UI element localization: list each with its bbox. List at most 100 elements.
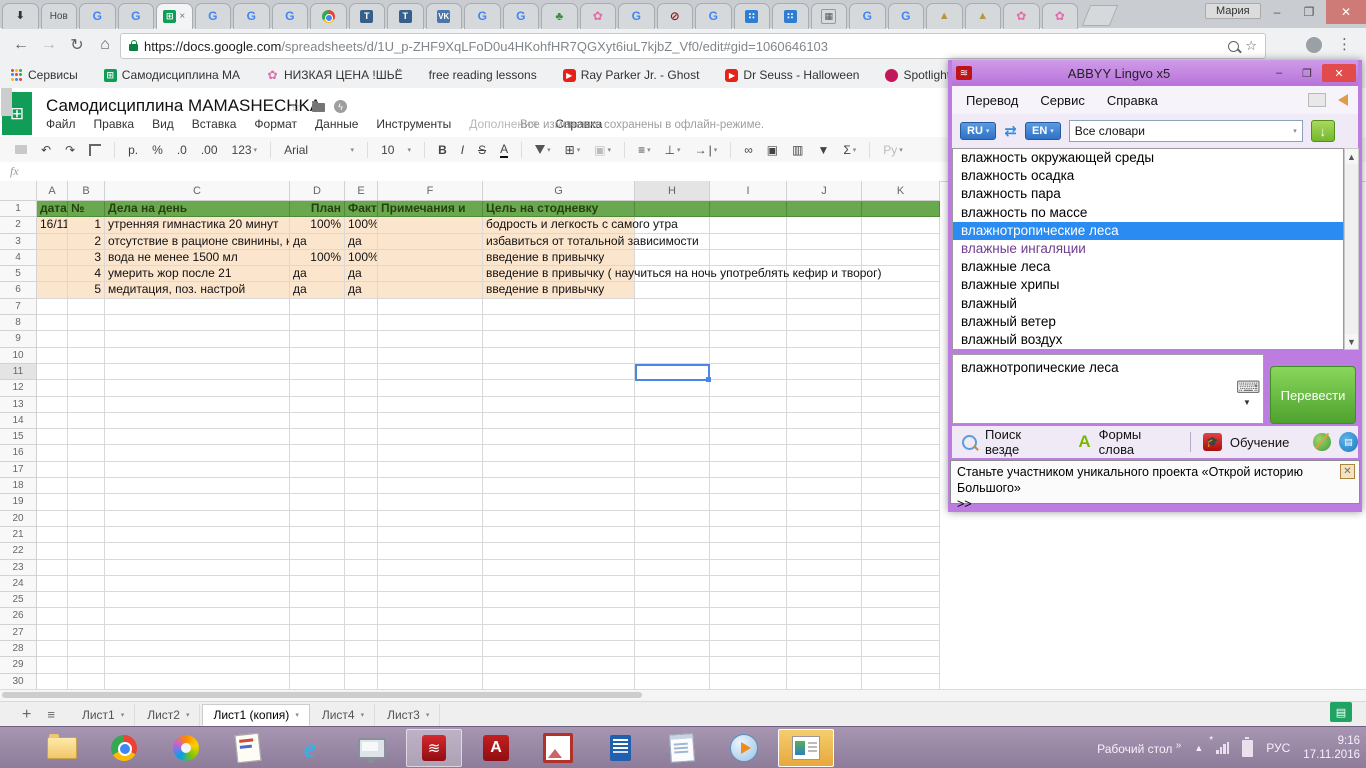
- cell-K2[interactable]: [862, 217, 940, 233]
- cell-G11[interactable]: [483, 364, 635, 380]
- cell-B19[interactable]: [68, 494, 105, 510]
- word-list-item[interactable]: влажность окружающей среды: [953, 149, 1343, 167]
- cell-I22[interactable]: [710, 543, 787, 559]
- cell-H17[interactable]: [635, 462, 710, 478]
- cell-H18[interactable]: [635, 478, 710, 494]
- cell-I2[interactable]: [710, 217, 787, 233]
- cell-H10[interactable]: [635, 348, 710, 364]
- cell-B22[interactable]: [68, 543, 105, 559]
- cell-F10[interactable]: [378, 348, 483, 364]
- cell-C21[interactable]: [105, 527, 290, 543]
- cell-H25[interactable]: [635, 592, 710, 608]
- language-indicator[interactable]: РУС: [1266, 741, 1290, 755]
- column-header-D[interactable]: D: [290, 181, 345, 201]
- cell-E9[interactable]: [345, 331, 378, 347]
- font-size-select[interactable]: 10▾: [381, 143, 411, 157]
- column-header-I[interactable]: I: [710, 181, 787, 201]
- cell-C25[interactable]: [105, 592, 290, 608]
- taskbar-button-explorer[interactable]: [34, 729, 90, 767]
- cell-K6[interactable]: [862, 282, 940, 298]
- column-header-F[interactable]: F: [378, 181, 483, 201]
- tab[interactable]: [310, 3, 347, 29]
- cell-D16[interactable]: [290, 445, 345, 461]
- cell-K17[interactable]: [862, 462, 940, 478]
- currency-format-button[interactable]: р.: [128, 143, 138, 157]
- row-header-12[interactable]: 12: [0, 380, 37, 396]
- cell-C7[interactable]: [105, 299, 290, 315]
- cell-I29[interactable]: [710, 657, 787, 673]
- cell-I1[interactable]: [710, 201, 787, 217]
- word-forms-icon[interactable]: A: [1078, 432, 1090, 452]
- bookmark-item[interactable]: Сервисы: [10, 68, 78, 82]
- cell-A28[interactable]: [37, 641, 68, 657]
- cell-G18[interactable]: [483, 478, 635, 494]
- row-header-29[interactable]: 29: [0, 657, 37, 673]
- cell-E23[interactable]: [345, 560, 378, 576]
- cell-I25[interactable]: [710, 592, 787, 608]
- cell-D19[interactable]: [290, 494, 345, 510]
- cell-I28[interactable]: [710, 641, 787, 657]
- cell-D2[interactable]: 100%: [290, 217, 345, 233]
- cell-D28[interactable]: [290, 641, 345, 657]
- cell-B26[interactable]: [68, 608, 105, 624]
- cell-G6[interactable]: введение в привычку: [483, 282, 635, 298]
- cell-D26[interactable]: [290, 608, 345, 624]
- cell-J13[interactable]: [787, 397, 862, 413]
- cell-C29[interactable]: [105, 657, 290, 673]
- cell-D14[interactable]: [290, 413, 345, 429]
- lingvo-close-button[interactable]: ✕: [1322, 64, 1356, 82]
- cell-C10[interactable]: [105, 348, 290, 364]
- cell-G3[interactable]: избавиться от тотальной зависимости: [483, 234, 635, 250]
- back-button[interactable]: ←: [8, 32, 34, 58]
- cell-E16[interactable]: [345, 445, 378, 461]
- cell-F21[interactable]: [378, 527, 483, 543]
- cell-H21[interactable]: [635, 527, 710, 543]
- learning-icon[interactable]: 🎓: [1203, 433, 1222, 451]
- lingvo-card-icon[interactable]: [1308, 93, 1326, 107]
- cell-B14[interactable]: [68, 413, 105, 429]
- cell-G23[interactable]: [483, 560, 635, 576]
- cell-C27[interactable]: [105, 625, 290, 641]
- borders-icon[interactable]: ⊞▾: [565, 143, 581, 157]
- extension-icon[interactable]: [1306, 37, 1322, 53]
- cell-C4[interactable]: вода не менее 1500 мл: [105, 250, 290, 266]
- cell-B27[interactable]: [68, 625, 105, 641]
- tab-close-icon[interactable]: ×: [179, 11, 185, 22]
- menu-вид[interactable]: Вид: [152, 117, 174, 135]
- cell-G24[interactable]: [483, 576, 635, 592]
- row-header-6[interactable]: 6: [0, 282, 37, 298]
- cell-H12[interactable]: [635, 380, 710, 396]
- scroll-down-icon[interactable]: ▼: [1345, 334, 1358, 349]
- column-header-G[interactable]: G: [483, 181, 635, 201]
- scroll-up-icon[interactable]: ▲: [1345, 149, 1358, 164]
- cell-D1[interactable]: План: [290, 201, 345, 217]
- cell-G22[interactable]: [483, 543, 635, 559]
- undo-icon[interactable]: ↶: [41, 143, 51, 157]
- row-header-21[interactable]: 21: [0, 527, 37, 543]
- cell-K8[interactable]: [862, 315, 940, 331]
- cell-K23[interactable]: [862, 560, 940, 576]
- lingvo-menu-перевод[interactable]: Перевод: [966, 93, 1018, 108]
- battery-icon[interactable]: [1242, 740, 1253, 757]
- cell-G27[interactable]: [483, 625, 635, 641]
- cell-J23[interactable]: [787, 560, 862, 576]
- cell-E25[interactable]: [345, 592, 378, 608]
- cell-B5[interactable]: 4: [68, 266, 105, 282]
- cell-K19[interactable]: [862, 494, 940, 510]
- virtual-keyboard-icon[interactable]: ⌨: [1236, 378, 1261, 398]
- cell-G8[interactable]: [483, 315, 635, 331]
- cell-B10[interactable]: [68, 348, 105, 364]
- word-list-item[interactable]: влажные ингаляции: [953, 240, 1343, 258]
- cell-B28[interactable]: [68, 641, 105, 657]
- cell-K13[interactable]: [862, 397, 940, 413]
- cell-D22[interactable]: [290, 543, 345, 559]
- tab[interactable]: G: [233, 3, 270, 29]
- cell-E26[interactable]: [345, 608, 378, 624]
- filter-icon[interactable]: ▼: [817, 143, 829, 157]
- cell-K16[interactable]: [862, 445, 940, 461]
- download-dictionaries-button[interactable]: ↓: [1311, 120, 1335, 142]
- row-header-1[interactable]: 1: [0, 201, 37, 217]
- search-everywhere-icon[interactable]: [962, 435, 977, 450]
- cell-E21[interactable]: [345, 527, 378, 543]
- word-list-item[interactable]: влажный ветер: [953, 313, 1343, 331]
